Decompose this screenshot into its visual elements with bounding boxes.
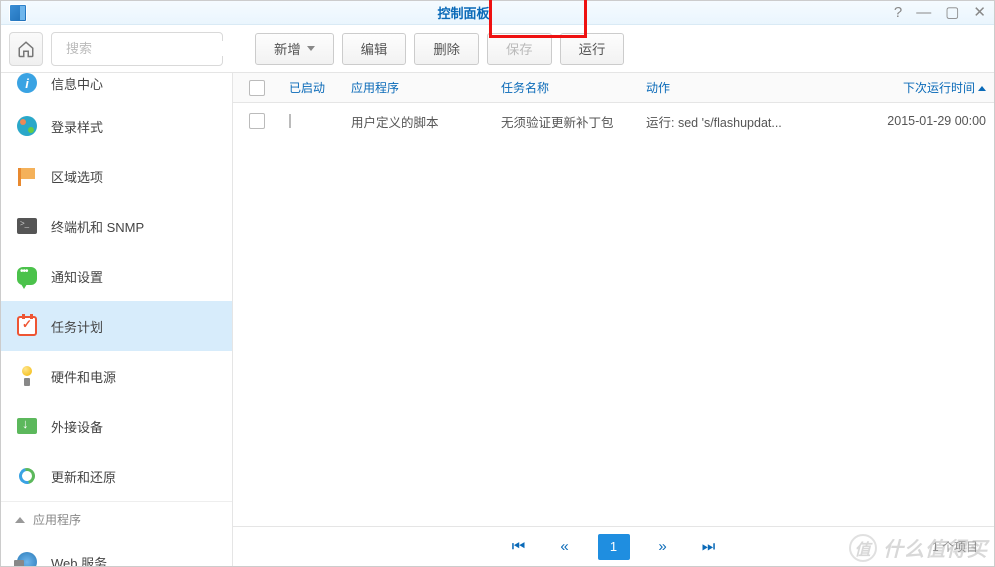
main-area: i 信息中心 登录样式 区域选项 终端机和 SNMP 通知设置 任务计划 — [1, 73, 994, 566]
download-icon — [15, 414, 39, 438]
info-icon: i — [15, 73, 39, 95]
row-checkbox[interactable] — [249, 113, 265, 129]
sidebar-item-label: 区域选项 — [51, 167, 103, 186]
table-body: 用户定义的脚本 无须验证更新补丁包 运行: sed 's/flashupdat.… — [233, 103, 994, 526]
sidebar-item-region[interactable]: 区域选项 — [1, 151, 232, 201]
sidebar-item-label: 信息中心 — [51, 74, 103, 93]
header-action[interactable]: 动作 — [638, 79, 808, 96]
row-task-cell: 无须验证更新补丁包 — [493, 112, 638, 131]
help-icon[interactable]: ? — [894, 5, 902, 20]
sidebar-item-login[interactable]: 登录样式 — [1, 101, 232, 151]
sidebar-item-label: 任务计划 — [51, 317, 103, 336]
globe-icon — [15, 550, 39, 566]
delete-button[interactable]: 删除 — [414, 33, 479, 65]
row-app-cell: 用户定义的脚本 — [343, 112, 493, 131]
content-area: 已启动 应用程序 任务名称 动作 下次运行时间 用户定义的脚本 无须验证更新补丁… — [233, 73, 994, 566]
calendar-check-icon — [15, 314, 39, 338]
refresh-icon — [15, 464, 39, 488]
sidebar-item-web[interactable]: Web 服务 — [1, 537, 232, 566]
top-row: 新增 编辑 删除 保存 运行 — [1, 25, 994, 73]
row-checkbox-cell — [233, 113, 281, 129]
sidebar-item-label: 硬件和电源 — [51, 367, 116, 386]
header-next-run[interactable]: 下次运行时间 — [808, 79, 994, 96]
sidebar-item-label: 外接设备 — [51, 417, 103, 436]
task-table: 已启动 应用程序 任务名称 动作 下次运行时间 用户定义的脚本 无须验证更新补丁… — [233, 73, 994, 566]
search-input[interactable] — [66, 41, 242, 56]
app-icon — [9, 4, 27, 22]
sidebar-section-label: 应用程序 — [33, 511, 81, 528]
table-row[interactable]: 用户定义的脚本 无须验证更新补丁包 运行: sed 's/flashupdat.… — [233, 103, 994, 139]
sort-asc-icon — [978, 86, 986, 91]
chevron-up-icon — [15, 517, 25, 523]
edit-button[interactable]: 编辑 — [342, 33, 407, 65]
search-box[interactable] — [51, 32, 223, 66]
titlebar: 控制面板 ? — ▢ ✕ — [1, 1, 994, 25]
sidebar-item-terminal[interactable]: 终端机和 SNMP — [1, 201, 232, 251]
page-summary: 1 个项目 — [932, 538, 978, 555]
bulb-icon — [15, 364, 39, 388]
home-button[interactable] — [9, 32, 43, 66]
add-button[interactable]: 新增 — [255, 33, 334, 65]
row-next-cell: 2015-01-29 00:00 — [808, 114, 994, 128]
header-checkbox[interactable] — [233, 80, 281, 96]
sidebar-item-label: Web 服务 — [51, 553, 107, 567]
row-action-cell: 运行: sed 's/flashupdat... — [638, 112, 808, 131]
sidebar-item-task-scheduler[interactable]: 任务计划 — [1, 301, 232, 351]
terminal-icon — [15, 214, 39, 238]
page-next-button[interactable]: » — [650, 538, 676, 555]
run-button[interactable]: 运行 — [560, 33, 625, 65]
sidebar-item-notification[interactable]: 通知设置 — [1, 251, 232, 301]
home-icon — [17, 40, 35, 58]
sidebar-item-label: 登录样式 — [51, 117, 103, 136]
window-title: 控制面板 — [33, 3, 894, 22]
dropdown-caret-icon — [307, 46, 315, 51]
page-first-button[interactable]: ⏮ — [506, 538, 532, 555]
control-panel-window: 控制面板 ? — ▢ ✕ 新增 编辑 删除 保存 运行 i 信息中心 — [0, 0, 995, 567]
sidebar-item-label: 终端机和 SNMP — [51, 217, 144, 236]
close-icon[interactable]: ✕ — [973, 5, 986, 20]
page-current: 1 — [598, 534, 630, 560]
sidebar-item-info[interactable]: i 信息中心 — [1, 73, 232, 101]
page-prev-button[interactable]: « — [552, 538, 578, 555]
enabled-checkbox[interactable] — [289, 114, 291, 128]
sidebar-item-external[interactable]: 外接设备 — [1, 401, 232, 451]
sidebar-item-label: 通知设置 — [51, 267, 103, 286]
header-enabled[interactable]: 已启动 — [281, 79, 343, 96]
chat-icon — [15, 264, 39, 288]
sidebar-item-hardware[interactable]: 硬件和电源 — [1, 351, 232, 401]
page-last-button[interactable]: ⏭ — [696, 538, 722, 555]
sidebar-section-apps[interactable]: 应用程序 — [1, 501, 232, 537]
sidebar-item-update[interactable]: 更新和还原 — [1, 451, 232, 501]
header-task[interactable]: 任务名称 — [493, 79, 638, 96]
header-app[interactable]: 应用程序 — [343, 79, 493, 96]
window-controls: ? — ▢ ✕ — [894, 5, 986, 20]
maximize-icon[interactable]: ▢ — [945, 5, 959, 20]
minimize-icon[interactable]: — — [916, 5, 931, 20]
sidebar: i 信息中心 登录样式 区域选项 终端机和 SNMP 通知设置 任务计划 — [1, 73, 233, 566]
palette-icon — [15, 114, 39, 138]
save-button: 保存 — [487, 33, 552, 65]
sidebar-item-label: 更新和还原 — [51, 467, 116, 486]
pagination: ⏮ « 1 » ⏭ 1 个项目 — [233, 526, 994, 566]
row-enabled-cell — [281, 114, 343, 128]
flag-icon — [15, 164, 39, 188]
table-header: 已启动 应用程序 任务名称 动作 下次运行时间 — [233, 73, 994, 103]
